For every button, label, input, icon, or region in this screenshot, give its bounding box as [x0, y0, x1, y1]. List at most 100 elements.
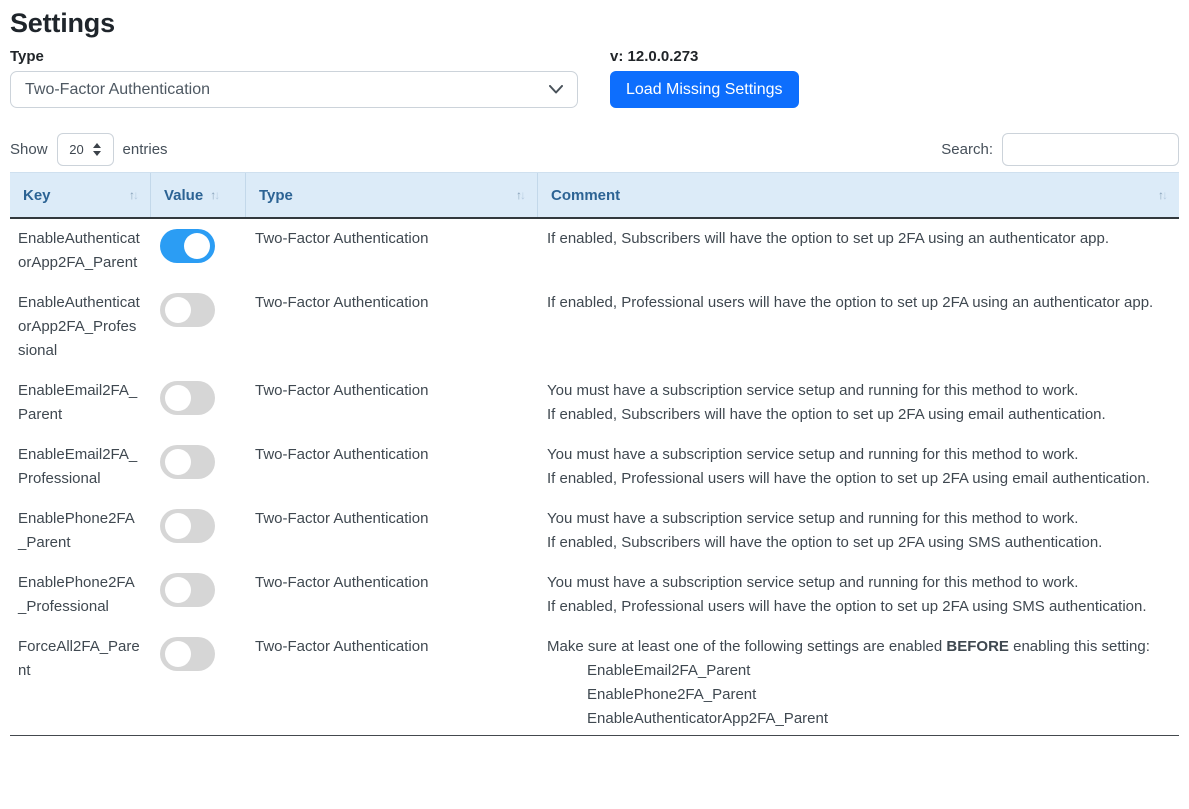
- value-toggle[interactable]: [160, 445, 215, 479]
- sort-icons: ↑↓: [210, 188, 218, 202]
- setting-value-cell: [150, 435, 245, 499]
- comment-text: You must have a subscription service set…: [547, 510, 1078, 527]
- comment-text: Make sure at least one of the following …: [547, 638, 946, 655]
- comment-line: If enabled, Subscribers will have the op…: [547, 531, 1169, 555]
- value-toggle[interactable]: [160, 509, 215, 543]
- comment-text: If enabled, Professional users will have…: [547, 470, 1150, 487]
- comment-bold-text: BEFORE: [946, 638, 1009, 655]
- setting-value-cell: [150, 219, 245, 283]
- comment-text: If enabled, Subscribers will have the op…: [547, 534, 1102, 551]
- setting-type: Two-Factor Authentication: [245, 219, 537, 283]
- comment-line: If enabled, Subscribers will have the op…: [547, 227, 1169, 251]
- column-header-label: Key: [23, 187, 51, 204]
- setting-value-cell: [150, 499, 245, 563]
- filter-row: Type Two-Factor Authentication v: 12.0.0…: [10, 48, 1179, 108]
- setting-key: EnableEmail2FA_Parent: [10, 371, 150, 435]
- toggle-knob: [165, 513, 191, 539]
- toggle-knob: [165, 577, 191, 603]
- table-row: EnablePhone2FA_Parent Two-Factor Authenti…: [10, 499, 1179, 563]
- setting-comment: If enabled, Professional users will have…: [537, 283, 1179, 371]
- comment-line: You must have a subscription service set…: [547, 571, 1169, 595]
- version-text: v: 12.0.0.273: [610, 48, 799, 66]
- setting-comment: You must have a subscription service set…: [537, 435, 1179, 499]
- type-label: Type: [10, 48, 578, 66]
- toggle-knob: [165, 449, 191, 475]
- table-row: EnableEmail2FA_Professional Two-Factor Au…: [10, 435, 1179, 499]
- comment-text: If enabled, Subscribers will have the op…: [547, 230, 1109, 247]
- value-toggle[interactable]: [160, 229, 215, 263]
- comment-text: If enabled, Subscribers will have the op…: [547, 406, 1106, 423]
- setting-type: Two-Factor Authentication: [245, 283, 537, 371]
- table-controls: Show 20 entries Search:: [10, 133, 1179, 166]
- setting-comment: You must have a subscription service set…: [537, 499, 1179, 563]
- column-header-label: Comment: [551, 187, 620, 204]
- settings-table: Key ↑↓ Value ↑↓ Type ↑↓ Comment ↑↓ Enabl…: [10, 172, 1179, 736]
- value-toggle[interactable]: [160, 573, 215, 607]
- setting-value-cell: [150, 563, 245, 627]
- setting-value-cell: [150, 371, 245, 435]
- column-header-value[interactable]: Value ↑↓: [150, 173, 245, 217]
- comment-line: If enabled, Professional users will have…: [547, 595, 1169, 619]
- table-row: ForceAll2FA_Parent Two-Factor Authenticat…: [10, 627, 1179, 735]
- comment-line: EnableAuthenticatorApp2FA_Parent: [547, 707, 1169, 731]
- setting-value-cell: [150, 627, 245, 735]
- stepper-arrows-icon: [93, 143, 101, 156]
- setting-type: Two-Factor Authentication: [245, 435, 537, 499]
- comment-text: enabling this setting:: [1009, 638, 1150, 655]
- value-toggle[interactable]: [160, 381, 215, 415]
- sort-icons: ↑↓: [1158, 188, 1166, 202]
- setting-key: EnablePhone2FA_Parent: [10, 499, 150, 563]
- setting-key: ForceAll2FA_Parent: [10, 627, 150, 735]
- comment-line: If enabled, Professional users will have…: [547, 467, 1169, 491]
- type-select[interactable]: Two-Factor Authentication: [10, 71, 578, 108]
- comment-text: EnablePhone2FA_Parent: [587, 686, 756, 703]
- entries-label: entries: [123, 141, 168, 158]
- entries-select-value: 20: [69, 142, 83, 157]
- comment-text: EnableAuthenticatorApp2FA_Parent: [587, 710, 828, 727]
- setting-type: Two-Factor Authentication: [245, 499, 537, 563]
- setting-key: EnableAuthenticatorApp2FA_Professional: [10, 283, 150, 371]
- column-header-type[interactable]: Type ↑↓: [245, 173, 537, 217]
- comment-text: EnableEmail2FA_Parent: [587, 662, 750, 679]
- entries-select[interactable]: 20: [57, 133, 114, 166]
- toggle-knob: [165, 641, 191, 667]
- setting-comment: You must have a subscription service set…: [537, 563, 1179, 627]
- setting-value-cell: [150, 283, 245, 371]
- comment-text: If enabled, Professional users will have…: [547, 598, 1147, 615]
- toggle-knob: [184, 233, 210, 259]
- load-missing-settings-button[interactable]: Load Missing Settings: [610, 71, 799, 108]
- chevron-down-icon: [549, 85, 563, 94]
- sort-icons: ↑↓: [516, 188, 524, 202]
- setting-comment: Make sure at least one of the following …: [537, 627, 1179, 735]
- page-title: Settings: [10, 8, 1179, 39]
- table-header-row: Key ↑↓ Value ↑↓ Type ↑↓ Comment ↑↓: [10, 172, 1179, 219]
- show-label: Show: [10, 141, 48, 158]
- column-header-label: Value: [164, 187, 203, 204]
- table-body: EnableAuthenticatorApp2FA_Parent Two-Fact…: [10, 219, 1179, 735]
- comment-line: If enabled, Subscribers will have the op…: [547, 403, 1169, 427]
- comment-line: EnableEmail2FA_Parent: [547, 659, 1169, 683]
- value-toggle[interactable]: [160, 293, 215, 327]
- comment-line: You must have a subscription service set…: [547, 443, 1169, 467]
- comment-line: You must have a subscription service set…: [547, 379, 1169, 403]
- setting-comment: You must have a subscription service set…: [537, 371, 1179, 435]
- setting-type: Two-Factor Authentication: [245, 627, 537, 735]
- comment-text: You must have a subscription service set…: [547, 574, 1078, 591]
- column-header-key[interactable]: Key ↑↓: [10, 173, 150, 217]
- comment-line: EnablePhone2FA_Parent: [547, 683, 1169, 707]
- setting-type: Two-Factor Authentication: [245, 563, 537, 627]
- table-row: EnableAuthenticatorApp2FA_ParentTwo-Fact…: [10, 219, 1179, 283]
- setting-key: EnablePhone2FA_Professional: [10, 563, 150, 627]
- value-toggle[interactable]: [160, 637, 215, 671]
- toggle-knob: [165, 385, 191, 411]
- table-row: EnableAuthenticatorApp2FA_Professional Tw…: [10, 283, 1179, 371]
- column-header-comment[interactable]: Comment ↑↓: [537, 173, 1179, 217]
- table-row: EnablePhone2FA_Professional Two-Factor Au…: [10, 563, 1179, 627]
- setting-key: EnableEmail2FA_Professional: [10, 435, 150, 499]
- search-input[interactable]: [1002, 133, 1179, 166]
- setting-type: Two-Factor Authentication: [245, 371, 537, 435]
- sort-icons: ↑↓: [129, 188, 137, 202]
- column-header-label: Type: [259, 187, 293, 204]
- setting-comment: If enabled, Subscribers will have the op…: [537, 219, 1179, 283]
- comment-text: You must have a subscription service set…: [547, 446, 1078, 463]
